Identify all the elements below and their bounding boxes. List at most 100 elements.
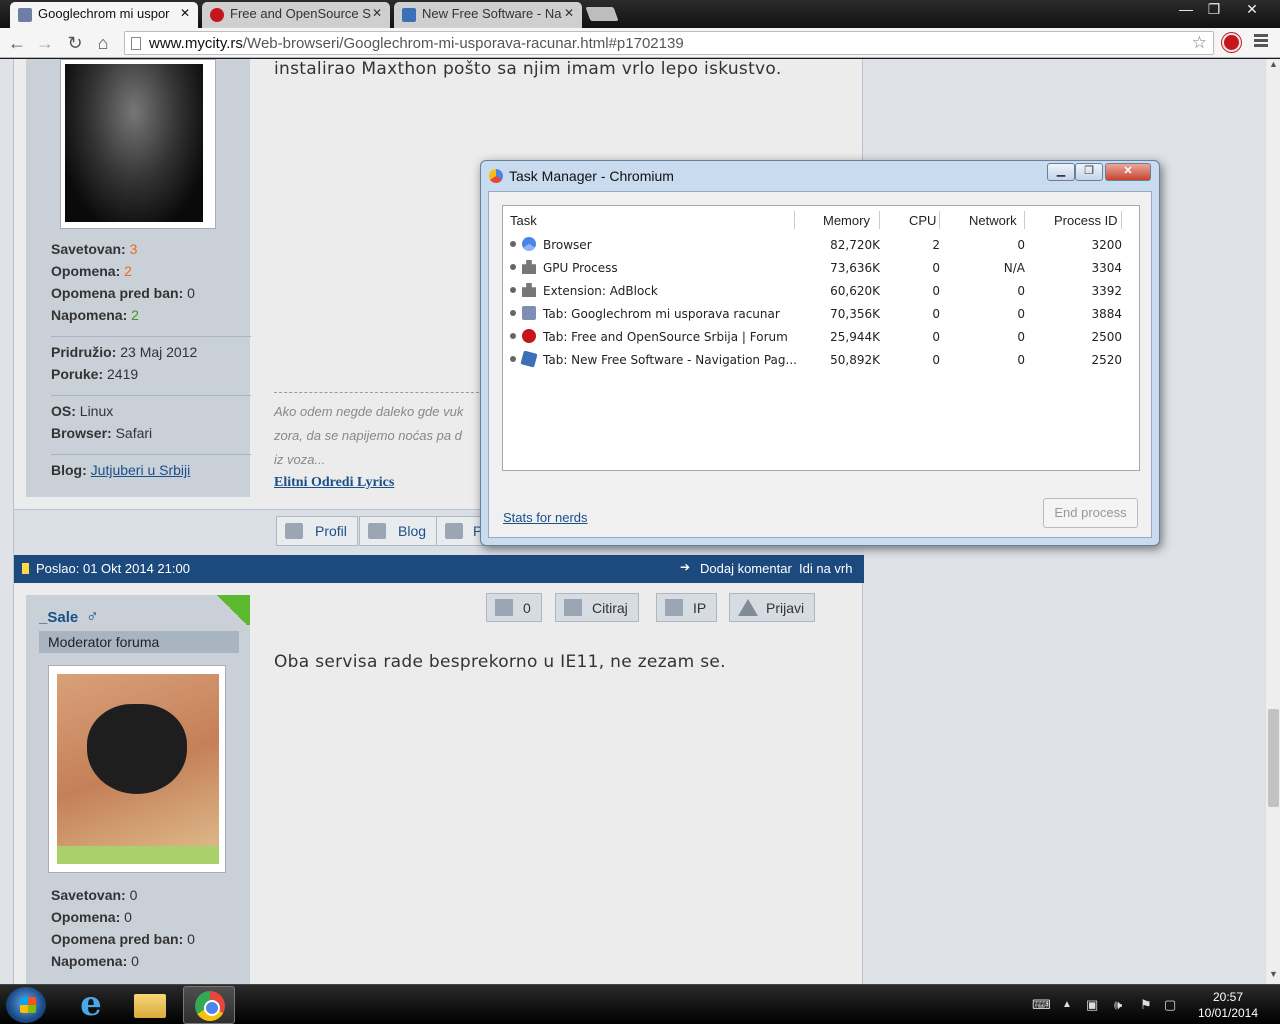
pid-cell: 3392 xyxy=(1091,284,1122,298)
author-sidebar: Savetovan: 3 Opomena: 2 Opomena pred ban… xyxy=(26,59,251,497)
network-cell: 0 xyxy=(1017,238,1025,252)
system-clock[interactable]: 20:57 10/01/2014 xyxy=(1190,989,1266,1021)
puzzle-icon xyxy=(522,260,536,274)
close-tab-icon[interactable]: ✕ xyxy=(372,6,382,20)
button-label: Profil xyxy=(315,523,347,539)
row-bullet xyxy=(510,310,516,316)
column-header-memory[interactable]: Memory xyxy=(823,213,870,228)
table-row[interactable]: Browser 82,720K 2 0 3200 xyxy=(503,234,1139,257)
scroll-up-icon[interactable]: ▲ xyxy=(1266,59,1280,74)
rank-badge: Moderator foruma xyxy=(39,631,239,653)
close-icon[interactable]: ✕ xyxy=(1105,163,1151,181)
post-body: Oba servisa rade besprekorno u IE11, ne … xyxy=(274,652,726,672)
address-bar[interactable]: www.mycity.rs/Web-browseri/Googlechrom-m… xyxy=(124,31,1214,55)
arrow-right-icon: ➔ xyxy=(680,560,691,574)
column-divider[interactable] xyxy=(794,211,795,229)
maximize-icon[interactable]: ❐ xyxy=(1075,163,1103,181)
process-table: Task Memory CPU Network Process ID Brows… xyxy=(502,205,1140,471)
avatar[interactable] xyxy=(60,59,216,229)
forward-arrow-icon[interactable]: → xyxy=(34,32,56,54)
column-header-task[interactable]: Task xyxy=(510,213,537,228)
end-process-button[interactable]: End process xyxy=(1043,498,1138,528)
keyboard-icon[interactable]: ⌨ xyxy=(1032,997,1051,1013)
table-row[interactable]: GPU Process 73,636K 0 N/A 3304 xyxy=(503,257,1139,280)
nfs-favicon-icon xyxy=(402,8,416,22)
column-header-process-id[interactable]: Process ID xyxy=(1054,213,1118,228)
table-row[interactable]: Extension: AdBlock 60,620K 0 0 3392 xyxy=(503,280,1139,303)
profile-button[interactable]: Profil xyxy=(276,516,358,546)
clock-time: 20:57 xyxy=(1212,990,1244,1004)
volume-icon[interactable]: 🕪 xyxy=(1114,997,1122,1013)
window-close-button[interactable]: ✕ xyxy=(1232,0,1272,20)
home-icon[interactable]: ⌂ xyxy=(92,32,114,54)
column-header-network[interactable]: Network xyxy=(969,213,1017,228)
tab-free-opensource[interactable]: Free and OpenSource S ✕ xyxy=(202,2,390,28)
task-name: Browser xyxy=(543,238,592,252)
go-top-link[interactable]: Idi na vrh xyxy=(799,561,852,576)
task-name: GPU Process xyxy=(543,261,618,275)
tab-new-free-software[interactable]: New Free Software - Na ✕ xyxy=(394,2,582,28)
stats-for-nerds-link[interactable]: Stats for nerds xyxy=(503,510,588,525)
row-bullet xyxy=(510,264,516,270)
column-divider[interactable] xyxy=(1121,211,1122,229)
ip-button[interactable]: IP xyxy=(656,593,718,622)
reload-icon[interactable]: ↻ xyxy=(64,32,86,54)
adblock-icon[interactable] xyxy=(1222,33,1241,52)
stat-savetovan: Savetovan: 3 xyxy=(51,241,138,257)
taskbar-chromium[interactable] xyxy=(183,986,235,1024)
signature-link[interactable]: Elitni Odredi Lyrics xyxy=(274,475,394,491)
menu-icon[interactable] xyxy=(1254,34,1268,37)
url-path: /Web-browseri/Googlechrom-mi-usporava-ra… xyxy=(242,35,684,52)
table-row[interactable]: Tab: Googlechrom mi usporava racunar 70,… xyxy=(503,303,1139,326)
stat-value: Linux xyxy=(79,403,114,419)
signature-divider xyxy=(274,392,484,393)
stat-value: 0 xyxy=(131,953,139,969)
scroll-thumb[interactable] xyxy=(1268,709,1279,807)
add-comment-link[interactable]: Dodaj komentar xyxy=(700,561,792,576)
stat-value: 0 xyxy=(187,285,195,301)
start-button[interactable] xyxy=(6,987,46,1023)
tab-strip: Googlechrom mi uspor ✕ Free and OpenSour… xyxy=(0,0,1280,28)
column-divider[interactable] xyxy=(879,211,880,229)
network-cell: 0 xyxy=(1017,353,1025,367)
blog-button[interactable]: Blog xyxy=(359,516,438,546)
taskbar-ie[interactable]: e xyxy=(64,986,116,1024)
username-link[interactable]: _Sale xyxy=(39,609,78,626)
quote-button[interactable]: Citiraj xyxy=(555,593,639,622)
page-scrollbar[interactable]: ▲ ▼ xyxy=(1265,59,1280,984)
action-center-flag-icon[interactable]: ⚑ xyxy=(1140,997,1152,1013)
tab-googlechrom[interactable]: Googlechrom mi uspor ✕ xyxy=(10,2,198,28)
profile-icon xyxy=(285,523,303,539)
minimize-icon[interactable]: ▁ xyxy=(1047,163,1075,181)
table-row[interactable]: Tab: New Free Software - Navigation Pag.… xyxy=(503,349,1139,372)
close-tab-icon[interactable]: ✕ xyxy=(564,6,574,20)
network-tray-icon[interactable]: ▣ xyxy=(1086,997,1098,1013)
report-button[interactable]: Prijavi xyxy=(729,593,816,622)
stat-value: 0 xyxy=(124,909,132,925)
table-row[interactable]: Tab: Free and OpenSource Srbija | Forum … xyxy=(503,326,1139,349)
avatar[interactable] xyxy=(48,665,226,873)
column-divider[interactable] xyxy=(939,211,940,229)
column-divider[interactable] xyxy=(1024,211,1025,229)
bookmark-star-icon[interactable]: ☆ xyxy=(1192,33,1207,53)
window-maximize-button[interactable]: ❐ xyxy=(1198,0,1230,20)
avatar-image xyxy=(57,674,219,864)
post-header-bar: Poslao: 01 Okt 2014 21:00 ➔ Dodaj koment… xyxy=(14,555,864,583)
network-status-icon[interactable]: ▢ xyxy=(1164,997,1176,1013)
memory-cell: 25,944K xyxy=(830,330,880,344)
row-bullet xyxy=(510,287,516,293)
scroll-down-icon[interactable]: ▼ xyxy=(1266,969,1280,984)
show-hidden-icons-icon[interactable]: ▲ xyxy=(1062,999,1072,1010)
close-tab-icon[interactable]: ✕ xyxy=(180,6,190,20)
post-icon xyxy=(22,563,29,574)
blog-link[interactable]: Jutjuberi u Srbiji xyxy=(91,462,191,478)
taskbar-explorer[interactable] xyxy=(124,986,176,1024)
column-header-cpu[interactable]: CPU xyxy=(909,213,936,228)
stat-joined: Pridružio: 23 Maj 2012 xyxy=(51,344,198,360)
back-arrow-icon[interactable]: ← xyxy=(6,32,28,54)
new-tab-button[interactable] xyxy=(585,7,619,21)
warning-icon xyxy=(738,599,758,616)
url-text[interactable]: www.mycity.rs/Web-browseri/Googlechrom-m… xyxy=(149,35,684,52)
stat-napomena: Napomena: 0 xyxy=(51,953,139,969)
like-button[interactable]: 0 xyxy=(486,593,542,622)
